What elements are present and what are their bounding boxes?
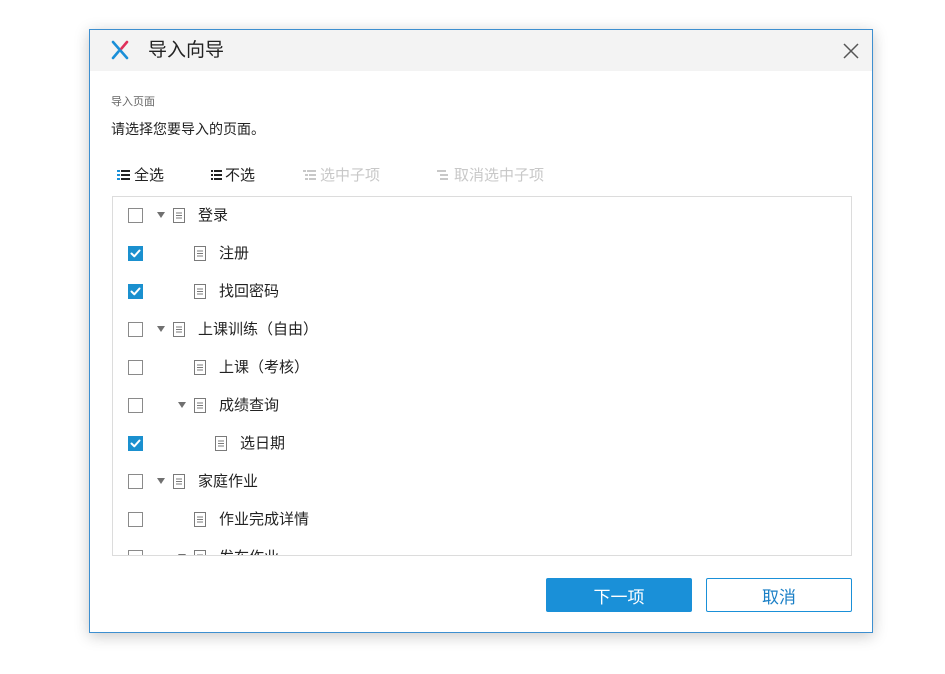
tree-item-label: 找回密码 (219, 282, 280, 300)
page-icon (194, 512, 206, 527)
tree-row[interactable]: 找回密码 (113, 273, 851, 311)
instruction-text: 请选择您要导入的页面。 (111, 122, 265, 138)
tree-row[interactable]: 选日期 (113, 425, 851, 463)
list-check-icon (117, 170, 130, 180)
page-icon (173, 322, 185, 337)
checkbox[interactable] (128, 398, 143, 413)
tree-item-label: 注册 (219, 244, 250, 262)
select-none-button[interactable]: 不选 (211, 164, 255, 186)
checkbox[interactable] (128, 322, 143, 337)
checkbox-checked[interactable] (128, 284, 143, 299)
select-all-button[interactable]: 全选 (117, 164, 164, 186)
tree-row[interactable]: 登录 (113, 197, 851, 235)
select-children-button[interactable]: 选中子项 (303, 164, 380, 186)
expand-arrow-icon[interactable] (178, 554, 186, 555)
checkbox[interactable] (128, 512, 143, 527)
checkbox[interactable] (128, 360, 143, 375)
tree-item-label: 选日期 (240, 434, 286, 452)
page-icon (194, 246, 206, 261)
expand-arrow-icon[interactable] (157, 212, 165, 218)
checkmark-icon (130, 439, 141, 448)
import-wizard-dialog: 导入向导 导入页面 请选择您要导入的页面。 全选 不选 选中子项 取消选中子项 … (89, 29, 873, 633)
checkbox[interactable] (128, 474, 143, 489)
title-bar: 导入向导 (90, 30, 872, 71)
page-icon (194, 360, 206, 375)
expand-arrow-icon[interactable] (157, 478, 165, 484)
checkmark-icon (130, 249, 141, 258)
tree-item-label: 成绩查询 (219, 396, 280, 414)
tree-select-icon (303, 170, 316, 180)
page-tree[interactable]: 登录注册找回密码上课训练（自由） 上课（考核） 成绩查询选日期家庭作业作业完成详情发… (112, 196, 852, 556)
tree-item-label: 上课训练（自由） (198, 320, 319, 338)
tree-row[interactable]: 作业完成详情 (113, 501, 851, 539)
checkbox[interactable] (128, 208, 143, 223)
select-none-label: 不选 (225, 166, 256, 184)
page-icon (173, 208, 185, 223)
cancel-button[interactable]: 取消 (706, 578, 852, 612)
deselect-children-label: 取消选中子项 (454, 166, 545, 184)
expand-arrow-icon[interactable] (157, 326, 165, 332)
expand-arrow-icon[interactable] (178, 402, 186, 408)
tree-item-label: 发布作业 (219, 547, 279, 555)
checkbox[interactable] (128, 550, 143, 555)
page-icon (173, 474, 185, 489)
checkmark-icon (130, 287, 141, 296)
select-children-label: 选中子项 (320, 166, 381, 184)
tree-row[interactable]: 上课训练（自由） (113, 311, 851, 349)
next-button[interactable]: 下一项 (546, 578, 692, 612)
tree-deselect-icon (437, 170, 448, 180)
tree-row[interactable]: 家庭作业 (113, 463, 851, 501)
tree-row[interactable]: 成绩查询 (113, 387, 851, 425)
close-icon[interactable] (840, 40, 862, 62)
tree-item-label: 登录 (198, 206, 229, 224)
page-icon (194, 398, 206, 413)
page-icon (215, 436, 227, 451)
section-label: 导入页面 (111, 95, 155, 108)
tree-row[interactable]: 上课（考核） (113, 349, 851, 387)
deselect-children-button[interactable]: 取消选中子项 (437, 164, 544, 186)
page-icon (194, 550, 206, 555)
tree-item-label: 作业完成详情 (219, 510, 310, 528)
dialog-title: 导入向导 (148, 39, 225, 61)
tree-item-label: 家庭作业 (198, 472, 259, 490)
tree-row[interactable]: 注册 (113, 235, 851, 273)
tree-row[interactable]: 发布作业 (113, 539, 851, 555)
axure-x-logo-icon (111, 40, 129, 60)
checkbox-checked[interactable] (128, 436, 143, 451)
select-all-label: 全选 (134, 166, 165, 184)
list-icon (211, 170, 222, 180)
checkbox-checked[interactable] (128, 246, 143, 261)
tree-item-label: 上课（考核） (219, 358, 310, 376)
page-icon (194, 284, 206, 299)
